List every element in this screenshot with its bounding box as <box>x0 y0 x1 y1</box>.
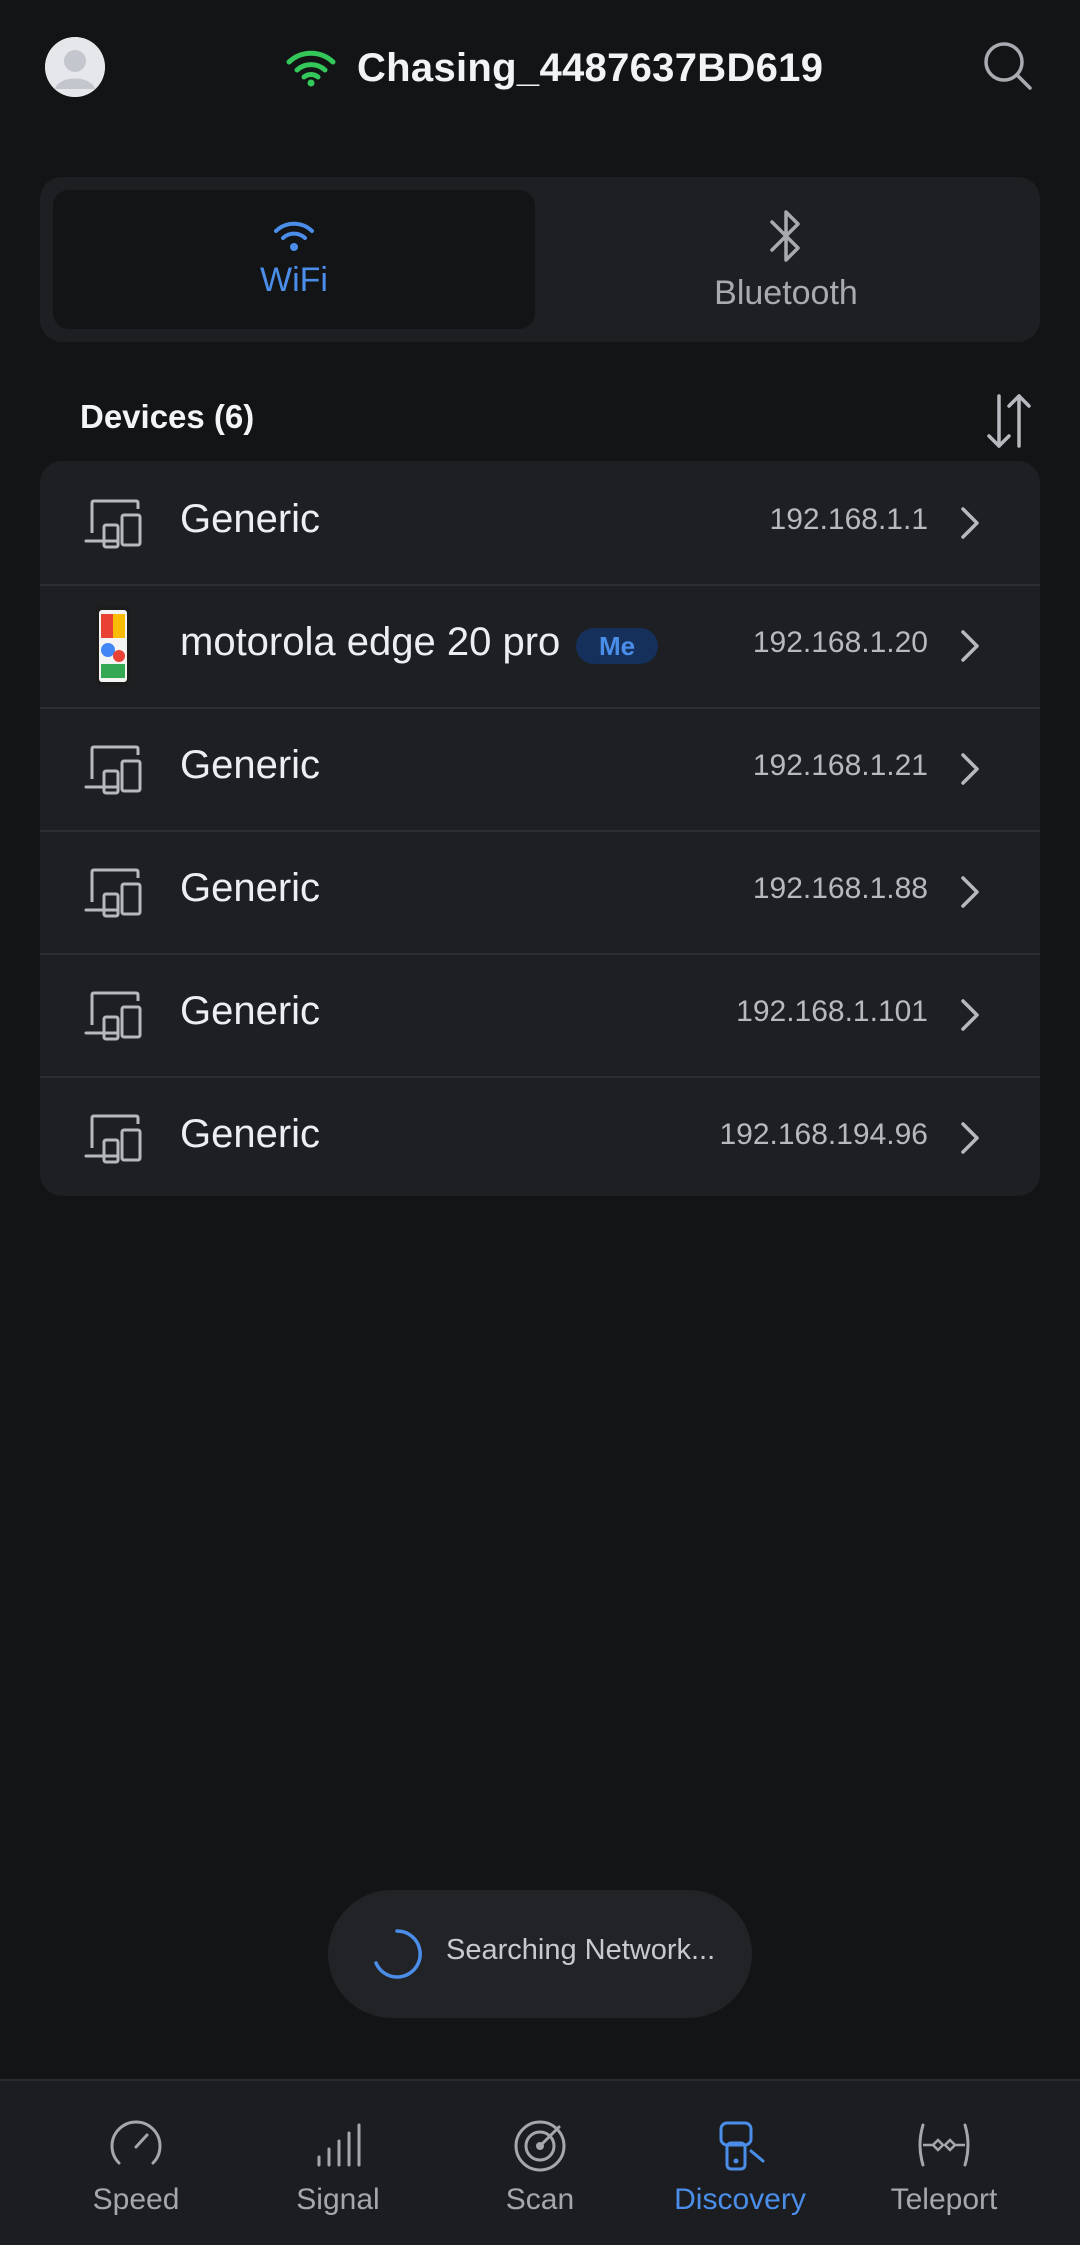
tab-bluetooth-label: Bluetooth <box>714 274 858 312</box>
chevron-right-icon <box>961 1122 979 1154</box>
devices-icon <box>84 868 142 918</box>
device-name: Generic <box>180 866 321 910</box>
nav-speed-label: Speed <box>92 2183 180 2216</box>
device-ip: 192.168.194.96 <box>719 1118 928 1151</box>
devices-icon <box>84 1114 142 1164</box>
nav-teleport-label: Teleport <box>890 2183 998 2216</box>
device-ip: 192.168.1.88 <box>752 872 928 905</box>
device-name: Generic <box>180 1112 321 1156</box>
nav-discovery[interactable]: Discovery <box>640 2081 840 2245</box>
nav-discovery-label: Discovery <box>674 2183 806 2216</box>
bluetooth-icon <box>770 210 800 262</box>
nav-signal-label: Signal <box>296 2183 380 2216</box>
network-name: Chasing_4487637BD619 <box>357 45 824 90</box>
device-ip: 192.168.1.21 <box>752 749 928 782</box>
user-avatar-icon[interactable] <box>45 37 105 97</box>
searching-text: Searching Network... <box>446 1934 716 1966</box>
signal-bars-icon <box>317 2123 361 2167</box>
discovery-icon <box>719 2121 765 2171</box>
device-row[interactable]: Generic 192.168.1.101 <box>40 953 1040 1076</box>
device-row[interactable]: motorola edge 20 pro Me 192.168.1.20 <box>40 584 1040 707</box>
chevron-right-icon <box>961 753 979 785</box>
device-ip: 192.168.1.101 <box>736 995 928 1028</box>
tab-wifi-label: WiFi <box>260 261 328 299</box>
phone-icon <box>96 606 130 686</box>
row-divider <box>40 707 1040 709</box>
chevron-right-icon <box>961 999 979 1031</box>
nav-scan-label: Scan <box>505 2183 575 2216</box>
radar-icon <box>514 2120 566 2172</box>
nav-signal[interactable]: Signal <box>238 2081 438 2245</box>
device-row[interactable]: Generic 192.168.1.21 <box>40 707 1040 830</box>
bottom-navigation: Speed Signal Scan Discovery Teleport <box>0 2079 1080 2245</box>
network-title: Chasing_4487637BD619 <box>285 40 823 96</box>
devices-icon <box>84 499 142 549</box>
connection-type-switch: WiFi Bluetooth <box>40 177 1040 342</box>
tab-wifi[interactable]: WiFi <box>53 190 535 329</box>
tab-bluetooth[interactable]: Bluetooth <box>545 190 1027 329</box>
chevron-right-icon <box>961 507 979 539</box>
wifi-icon <box>274 221 314 251</box>
devices-icon <box>84 745 142 795</box>
top-bar: Chasing_4487637BD619 <box>0 0 1080 135</box>
device-name: motorola edge 20 pro <box>180 620 561 664</box>
device-ip: 192.168.1.1 <box>769 503 928 536</box>
search-icon[interactable] <box>982 40 1034 92</box>
teleport-icon <box>918 2123 970 2167</box>
sort-arrows-icon[interactable] <box>985 392 1033 450</box>
speedometer-icon <box>110 2120 162 2165</box>
me-badge: Me <box>576 628 658 664</box>
device-ip: 192.168.1.20 <box>752 626 928 659</box>
row-divider <box>40 584 1040 586</box>
row-divider <box>40 1076 1040 1078</box>
nav-teleport[interactable]: Teleport <box>844 2081 1044 2245</box>
chevron-right-icon <box>961 630 979 662</box>
wifi-signal-icon <box>286 50 336 87</box>
searching-network-toast: Searching Network... <box>328 1890 752 2018</box>
device-name: Generic <box>180 743 321 787</box>
row-divider <box>40 830 1040 832</box>
row-divider <box>40 953 1040 955</box>
device-row[interactable]: Generic 192.168.1.1 <box>40 461 1040 584</box>
device-row[interactable]: Generic 192.168.1.88 <box>40 830 1040 953</box>
devices-icon <box>84 991 142 1041</box>
nav-speed[interactable]: Speed <box>36 2081 236 2245</box>
device-row[interactable]: Generic 192.168.194.96 <box>40 1076 1040 1196</box>
device-list: Generic 192.168.1.1 motorola edge 20 pro… <box>40 461 1040 1196</box>
devices-count-heading: Devices (6) <box>80 398 255 435</box>
chevron-right-icon <box>961 876 979 908</box>
device-name: Generic <box>180 497 321 541</box>
loading-spinner-icon <box>374 1929 422 1979</box>
nav-scan[interactable]: Scan <box>440 2081 640 2245</box>
device-name: Generic <box>180 989 321 1033</box>
